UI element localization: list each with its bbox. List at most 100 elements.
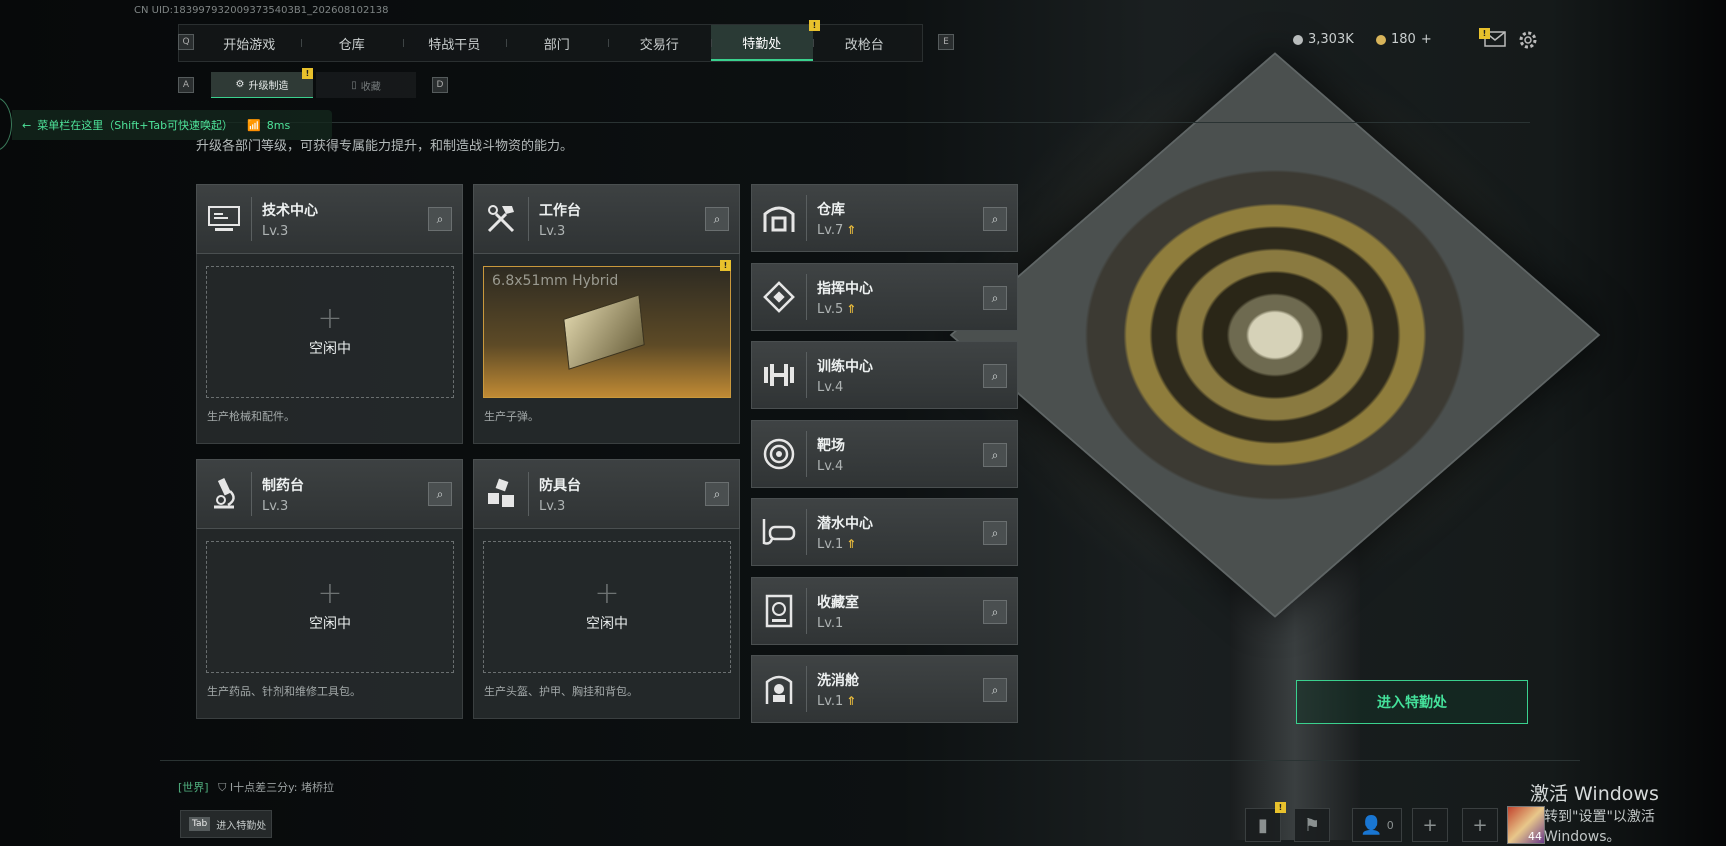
dept-decon-chamber[interactable]: 洗消舱 Lv.1 ⇑ ⌕ [751, 655, 1018, 723]
crafting-item-slot[interactable]: 6.8x51mm Hybrid [483, 266, 731, 398]
subtab-upgrade-craft[interactable]: ⚙ 升级制造 [211, 72, 313, 98]
search-button[interactable]: ⌕ [428, 482, 452, 506]
tab-badge: ! [809, 20, 820, 31]
tab-operators[interactable]: 特战干员 [403, 25, 506, 61]
dumbbell-icon [752, 352, 807, 398]
search-icon: ⌕ [991, 368, 999, 383]
workshop-pharmacy[interactable]: 制药台 Lv.3 ⌕ [196, 459, 463, 529]
craft-slot-empty[interactable]: + 空闲中 [483, 541, 731, 673]
friends-count: 0 [1386, 818, 1394, 832]
add-gold-button[interactable]: + [1421, 32, 1432, 47]
search-button[interactable]: ⌕ [983, 443, 1007, 467]
computer-icon [197, 197, 252, 241]
workshop-name: 技术中心 [262, 202, 318, 219]
stats-button[interactable]: ▮ [1245, 808, 1281, 842]
dept-name: 仓库 [817, 201, 845, 218]
silver-amount: 3,303K [1308, 32, 1354, 47]
plus-icon: + [317, 576, 343, 611]
dept-training-center[interactable]: 训练中心 Lv.4 ⌕ [751, 341, 1018, 409]
search-button[interactable]: ⌕ [705, 482, 729, 506]
ping-text: 8ms [266, 118, 291, 132]
craft-icon: ⚙ [235, 79, 245, 90]
plus-icon: + [1472, 814, 1488, 836]
dept-warehouse[interactable]: 仓库 Lv.7 ⇑ ⌕ [751, 184, 1018, 252]
arrow-left-icon: ← [22, 118, 32, 132]
tab-trade[interactable]: 交易行 [608, 25, 711, 61]
workshop-armor[interactable]: 防具台 Lv.3 ⌕ [473, 459, 740, 529]
workshop-level: Lv.3 [539, 223, 566, 239]
subtab-label: 升级制造 [248, 81, 289, 92]
add-slot-button[interactable]: + [1412, 808, 1448, 842]
enter-special-ops-button[interactable]: 进入特勤处 [1296, 680, 1528, 724]
search-button[interactable]: ⌕ [983, 207, 1007, 231]
nav-tabs: 开始游戏 仓库 特战干员 部门 交易行 特勤处 改枪台 [198, 25, 916, 61]
workshop-desc: 生产枪械和配件。 [207, 410, 295, 423]
dept-level: Lv.4 [817, 379, 844, 395]
silver-currency: 3,303K [1293, 32, 1354, 47]
chat-line[interactable]: [世界] ⛉ I十点差三分y: 堵桥拉 [178, 779, 334, 795]
settings-gear-icon[interactable] [1517, 29, 1539, 51]
dept-level: Lv.7 [817, 222, 844, 238]
page-description: 升级各部门等级，可获得专属能力提升，和制造战斗物资的能力。 [196, 139, 574, 154]
cubes-icon [474, 472, 529, 516]
tab-hint[interactable]: Tab 进入特勤处 [180, 810, 272, 838]
diving-mask-icon [752, 509, 807, 555]
search-button[interactable]: ⌕ [428, 207, 452, 231]
workshop-desc: 生产药品、针剂和维修工具包。 [207, 685, 361, 698]
search-button[interactable]: ⌕ [983, 364, 1007, 388]
tab-special-ops[interactable]: 特勤处 [710, 25, 813, 61]
dept-level: Lv.1 [817, 536, 844, 552]
tab-key: Tab [189, 817, 211, 831]
workshop-desc: 生产子弹。 [484, 410, 539, 423]
search-button[interactable]: ⌕ [983, 286, 1007, 310]
search-button[interactable]: ⌕ [983, 521, 1007, 545]
dept-level: Lv.1 [817, 693, 844, 709]
dept-name: 靶场 [817, 437, 845, 454]
dept-level: Lv.5 [817, 301, 844, 317]
dept-shooting-range[interactable]: 靶场 Lv.4 ⌕ [751, 420, 1018, 488]
dept-diving-center[interactable]: 潜水中心 Lv.1 ⇑ ⌕ [751, 498, 1018, 566]
gold-currency[interactable]: 180 + [1376, 32, 1432, 47]
tab-start-game[interactable]: 开始游戏 [198, 25, 301, 61]
tab-department[interactable]: 部门 [505, 25, 609, 61]
craft-slot-empty[interactable]: + 空闲中 [206, 266, 454, 398]
tab-warehouse[interactable]: 仓库 [300, 25, 404, 61]
nav-next-key[interactable]: E [938, 34, 954, 50]
dept-collection-room[interactable]: 收藏室 Lv.1 ⌕ [751, 577, 1018, 645]
wifi-icon: 📶 [247, 118, 261, 132]
upgrade-arrow-icon: ⇑ [846, 694, 857, 708]
divider [150, 122, 1530, 123]
workshop-level: Lv.3 [539, 498, 566, 514]
add-slot-button[interactable]: + [1462, 808, 1498, 842]
decon-icon [752, 666, 807, 712]
search-button[interactable]: ⌕ [705, 207, 729, 231]
flag-button[interactable]: ⚑ [1294, 808, 1330, 842]
chat-message: I十点差三分y: 堵桥拉 [229, 781, 334, 794]
craft-slot-empty[interactable]: + 空闲中 [206, 541, 454, 673]
subtab-next-key[interactable]: D [432, 77, 448, 93]
subtab-prev-key[interactable]: A [178, 77, 194, 93]
avatar[interactable]: 44 [1507, 806, 1545, 844]
stats-badge: ! [1275, 802, 1286, 813]
shield-icon: ⛉ [218, 781, 227, 794]
game-screen: { "uid": "CN UID:1839979320093735403B1_2… [0, 0, 1726, 846]
menu-handle[interactable] [0, 97, 12, 151]
search-button[interactable]: ⌕ [983, 600, 1007, 624]
workshop-workbench[interactable]: 工作台 Lv.3 ⌕ [473, 184, 740, 254]
friends-button[interactable]: 👤 0 [1352, 808, 1402, 842]
nav-prev-key[interactable]: Q [178, 34, 194, 50]
workshop-tech-center[interactable]: 技术中心 Lv.3 ⌕ [196, 184, 463, 254]
dept-name: 潜水中心 [817, 515, 873, 532]
subtab-collection[interactable]: ▯ 收藏 [316, 72, 416, 98]
search-icon: ⌕ [713, 486, 721, 501]
flag-icon: ⚑ [1303, 814, 1321, 836]
ammo-box-image [563, 294, 645, 370]
dept-command-center[interactable]: 指挥中心 Lv.5 ⇑ ⌕ [751, 263, 1018, 331]
search-button[interactable]: ⌕ [983, 678, 1007, 702]
command-icon [752, 274, 807, 320]
workshop-name: 防具台 [539, 477, 581, 494]
collection-icon: ▯ [351, 79, 357, 91]
tab-gunsmith[interactable]: 改枪台 [813, 25, 916, 61]
dept-name: 指挥中心 [817, 280, 873, 297]
helper-text: 菜单栏在这里（Shift+Tab可快速唤起） [37, 119, 234, 132]
